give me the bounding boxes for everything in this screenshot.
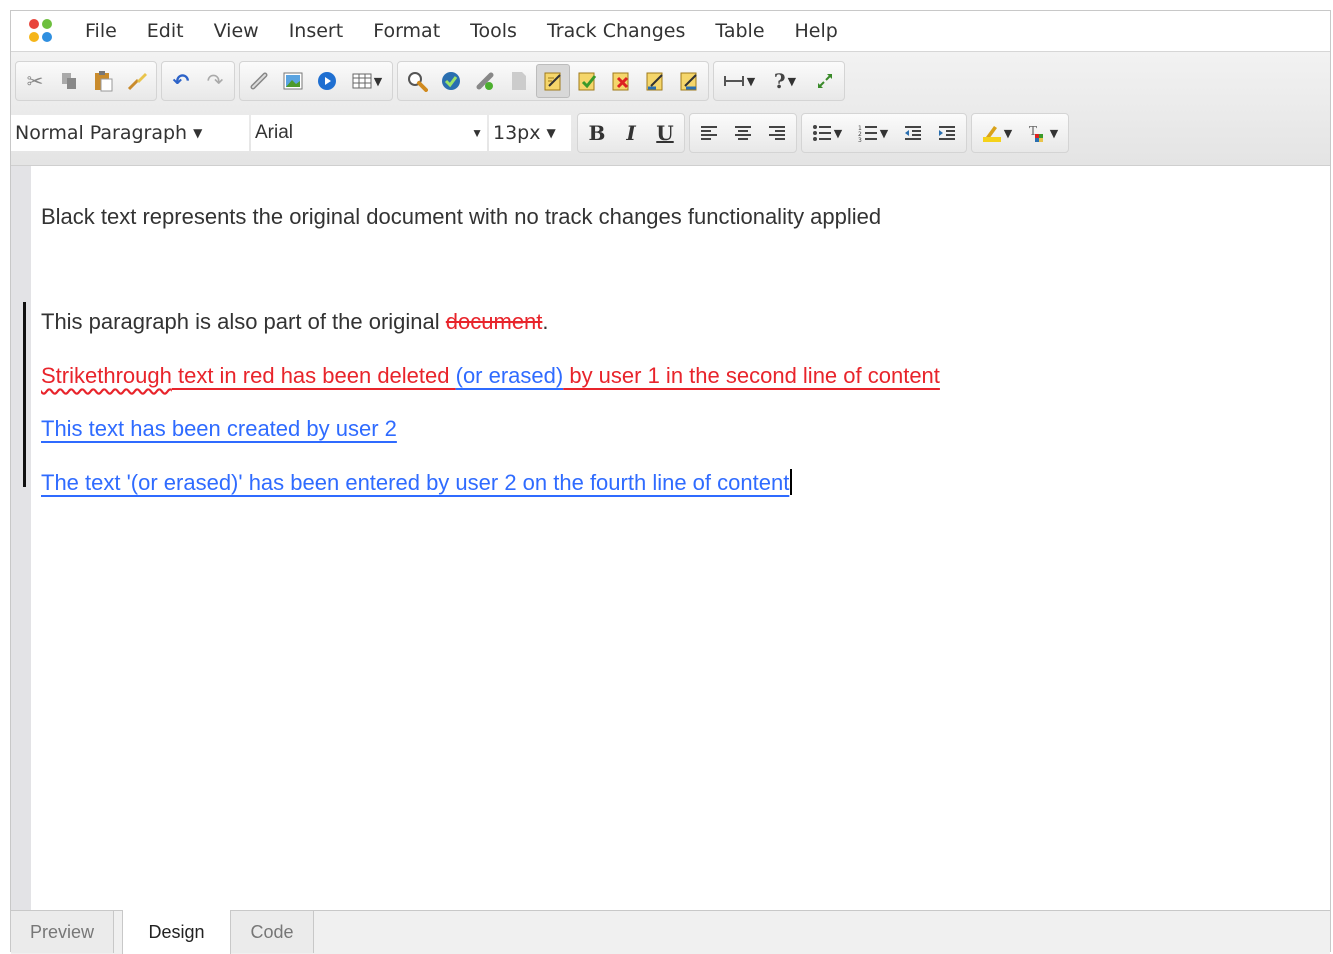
toolbar-row-1: ✂ ↶ ↷ ▼ ▼ ? ▼ (15, 61, 849, 101)
numbered-list-icon[interactable]: 123 ▼ (850, 116, 896, 150)
tab-design[interactable]: Design (122, 910, 231, 954)
tab-preview[interactable]: Preview (11, 911, 114, 953)
accept-change-icon[interactable] (570, 64, 604, 98)
text-style-group: B I U (577, 113, 685, 153)
paragraph-original: Black text represents the original docum… (41, 204, 881, 230)
toolbar-area: ✂ ↶ ↷ ▼ ▼ ? ▼ Normal Paragraph ▼ Arial ▼… (11, 52, 1330, 166)
chevron-down-icon: ▼ (1003, 126, 1013, 140)
spellcheck-icon[interactable] (434, 64, 468, 98)
media-icon[interactable] (310, 64, 344, 98)
alignment-group (689, 113, 797, 153)
font-family-value: Arial (255, 122, 294, 143)
svg-text:3: 3 (858, 137, 862, 142)
cut-icon[interactable]: ✂ (18, 64, 52, 98)
page-icon[interactable] (502, 64, 536, 98)
document-content[interactable]: Black text represents the original docum… (23, 166, 1330, 910)
underline-button[interactable]: U (648, 116, 682, 150)
chevron-down-icon: ▼ (373, 74, 383, 88)
fullscreen-icon[interactable] (808, 64, 842, 98)
tab-code[interactable]: Code (231, 911, 314, 953)
chevron-down-icon: ▼ (746, 74, 756, 88)
highlight-color-icon[interactable]: ▼ (974, 116, 1020, 150)
italic-button[interactable]: I (614, 116, 648, 150)
history-group: ↶ ↷ (161, 61, 235, 101)
font-size-value: 13px (493, 122, 541, 144)
paragraph-with-deletion: This paragraph is also part of the origi… (41, 309, 549, 335)
html-editor: File Edit View Insert Format Tools Track… (10, 10, 1331, 954)
menu-format[interactable]: Format (373, 20, 440, 42)
menu-insert[interactable]: Insert (289, 20, 344, 42)
menu-table[interactable]: Table (715, 20, 764, 42)
reject-change-icon[interactable] (604, 64, 638, 98)
paragraph-user1: Strikethrough text in red has been delet… (41, 363, 940, 389)
link-icon[interactable] (242, 64, 276, 98)
menu-tools[interactable]: Tools (470, 20, 517, 42)
misspelled-word: Strikethrough (41, 363, 172, 388)
chevron-down-icon: ▼ (833, 126, 843, 140)
clipboard-group: ✂ (15, 61, 157, 101)
outdent-icon[interactable] (896, 116, 930, 150)
font-family-select[interactable]: Arial ▼ (251, 115, 487, 151)
menu-view[interactable]: View (214, 20, 259, 42)
view-tabs: Preview Design Code (11, 910, 1330, 954)
chevron-down-icon: ▼ (471, 126, 483, 140)
change-bar (23, 302, 26, 487)
menu-edit[interactable]: Edit (147, 20, 184, 42)
font-size-select[interactable]: 13px ▼ (489, 115, 571, 151)
deleted-text: document (445, 309, 543, 334)
chevron-down-icon: ▼ (787, 74, 797, 88)
table-icon[interactable]: ▼ (344, 64, 390, 98)
paragraph-user2-note: The text '(or erased)' has been entered … (41, 469, 793, 496)
chevron-down-icon: ▼ (879, 126, 889, 140)
redo-icon[interactable]: ↷ (198, 64, 232, 98)
paragraph-style-value: Normal Paragraph (15, 122, 188, 144)
user2-text: This text has been created by user 2 (41, 416, 397, 441)
text-color-icon[interactable]: T ▼ (1020, 116, 1066, 150)
list-group: ▼ 123 ▼ (801, 113, 967, 153)
color-group: ▼ T ▼ (971, 113, 1069, 153)
help-icon[interactable]: ? ▼ (762, 64, 808, 98)
align-left-icon[interactable] (692, 116, 726, 150)
misc-group: ▼ ? ▼ (713, 61, 845, 101)
user1-text: text in red has been deleted (171, 363, 456, 388)
chevron-down-icon: ▼ (546, 126, 556, 140)
paragraph-user2: This text has been created by user 2 (41, 416, 397, 442)
menu-file[interactable]: File (85, 20, 117, 42)
indent-icon[interactable] (930, 116, 964, 150)
menu-bar: File Edit View Insert Format Tools Track… (11, 11, 1330, 52)
menu-help[interactable]: Help (795, 20, 838, 42)
undo-icon[interactable]: ↶ (164, 64, 198, 98)
insert-group: ▼ (239, 61, 393, 101)
menu-track-changes[interactable]: Track Changes (547, 20, 685, 42)
chevron-down-icon: ▼ (193, 126, 203, 140)
user2-inserted-text: (or erased) (455, 363, 564, 388)
editor-gutter (11, 166, 31, 910)
copy-icon[interactable] (52, 64, 86, 98)
align-right-icon[interactable] (760, 116, 794, 150)
next-change-icon[interactable] (672, 64, 706, 98)
paragraph-style-select[interactable]: Normal Paragraph ▼ (11, 115, 249, 151)
original-text: . (542, 309, 549, 334)
track-changes-icon[interactable] (536, 64, 570, 98)
bold-button[interactable]: B (580, 116, 614, 150)
bullet-list-icon[interactable]: ▼ (804, 116, 850, 150)
tools-group (397, 61, 709, 101)
search-icon[interactable] (400, 64, 434, 98)
original-text: This paragraph is also part of the origi… (41, 309, 446, 334)
paste-icon[interactable] (86, 64, 120, 98)
user2-text: The text '(or erased)' has been entered … (41, 470, 790, 495)
previous-change-icon[interactable] (638, 64, 672, 98)
original-text: Black text represents the original docum… (41, 204, 882, 229)
user1-text: by user 1 in the second line of content (563, 363, 940, 388)
app-logo-icon (29, 19, 53, 43)
unlink-icon[interactable] (468, 64, 502, 98)
horizontal-rule-icon[interactable]: ▼ (716, 64, 762, 98)
align-center-icon[interactable] (726, 116, 760, 150)
text-cursor (790, 469, 793, 495)
image-icon[interactable] (276, 64, 310, 98)
chevron-down-icon: ▼ (1049, 126, 1059, 140)
toolbar-row-2: Normal Paragraph ▼ Arial ▼ 13px ▼ B I U (11, 113, 1073, 153)
format-painter-icon[interactable] (120, 64, 154, 98)
